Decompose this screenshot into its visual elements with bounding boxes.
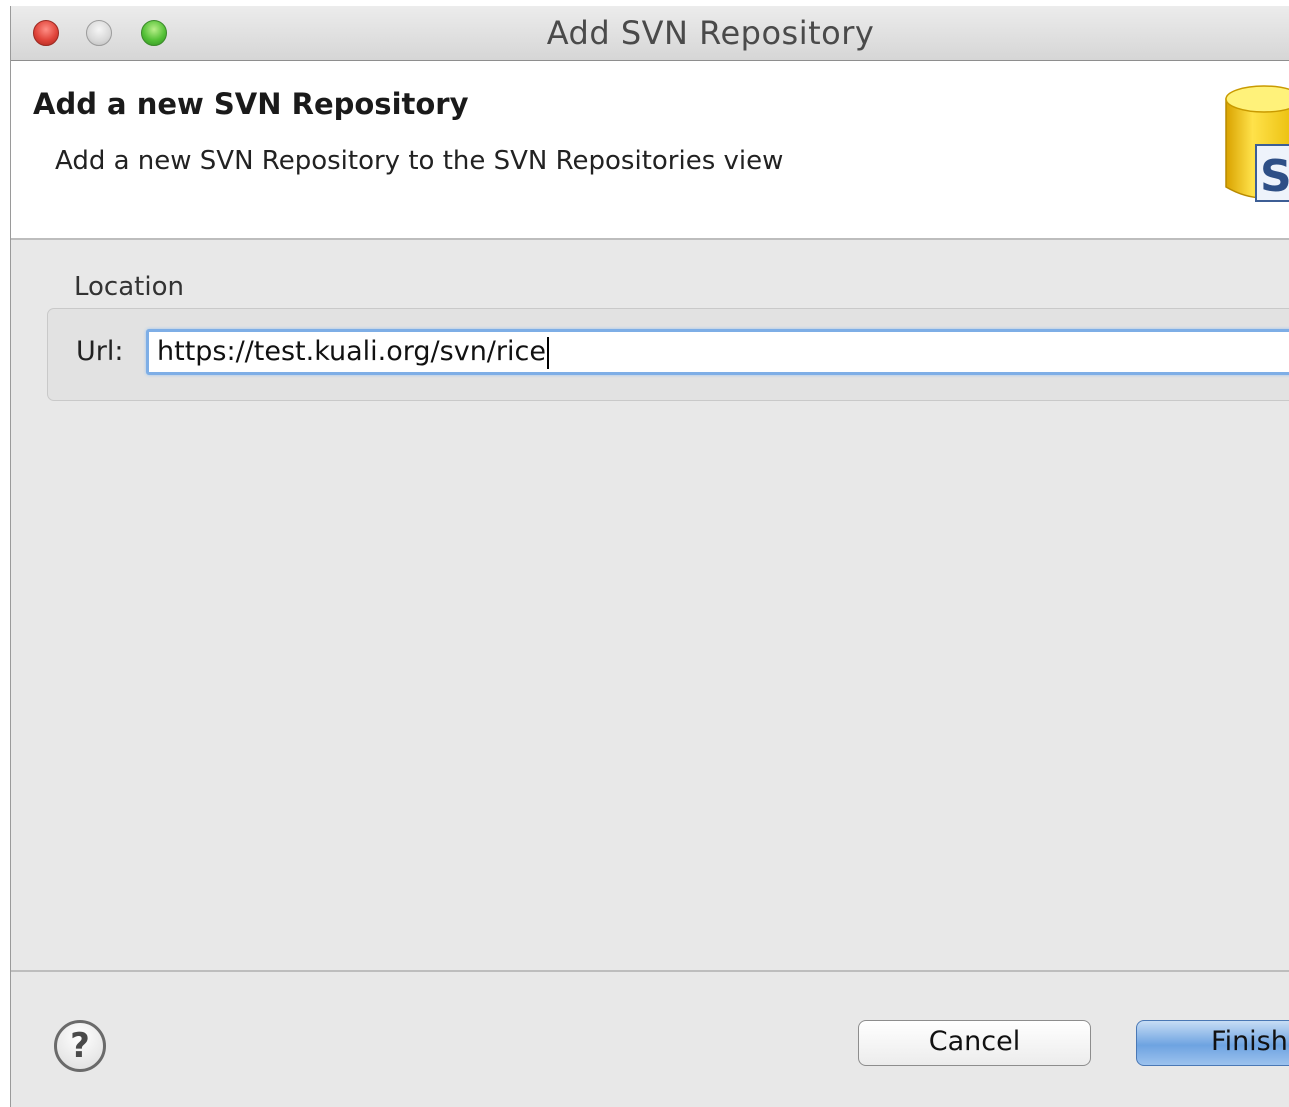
help-icon[interactable]: ? (54, 1020, 106, 1072)
page-description: Add a new SVN Repository to the SVN Repo… (55, 146, 784, 176)
wizard-header: Add a new SVN Repository Add a new SVN R… (11, 61, 1289, 240)
svg-text:S: S (1260, 151, 1289, 202)
location-group-label: Location (74, 272, 184, 302)
location-group: Url: https://test.kuali.org/svn/rice (47, 308, 1289, 401)
dialog-window: Add SVN Repository Add a new SVN Reposit… (10, 6, 1289, 1107)
text-cursor (546, 336, 549, 369)
title-bar[interactable]: Add SVN Repository (11, 6, 1289, 61)
finish-button[interactable]: Finish (1136, 1020, 1289, 1066)
url-input-value: https://test.kuali.org/svn/rice (157, 336, 546, 367)
cancel-button[interactable]: Cancel (858, 1020, 1091, 1066)
footer-divider (11, 970, 1289, 972)
window-title: Add SVN Repository (546, 14, 875, 52)
page-title: Add a new SVN Repository (33, 87, 469, 121)
url-label: Url: (76, 336, 124, 367)
svn-repository-icon: S (1225, 85, 1289, 202)
url-input[interactable]: https://test.kuali.org/svn/rice (146, 329, 1289, 375)
